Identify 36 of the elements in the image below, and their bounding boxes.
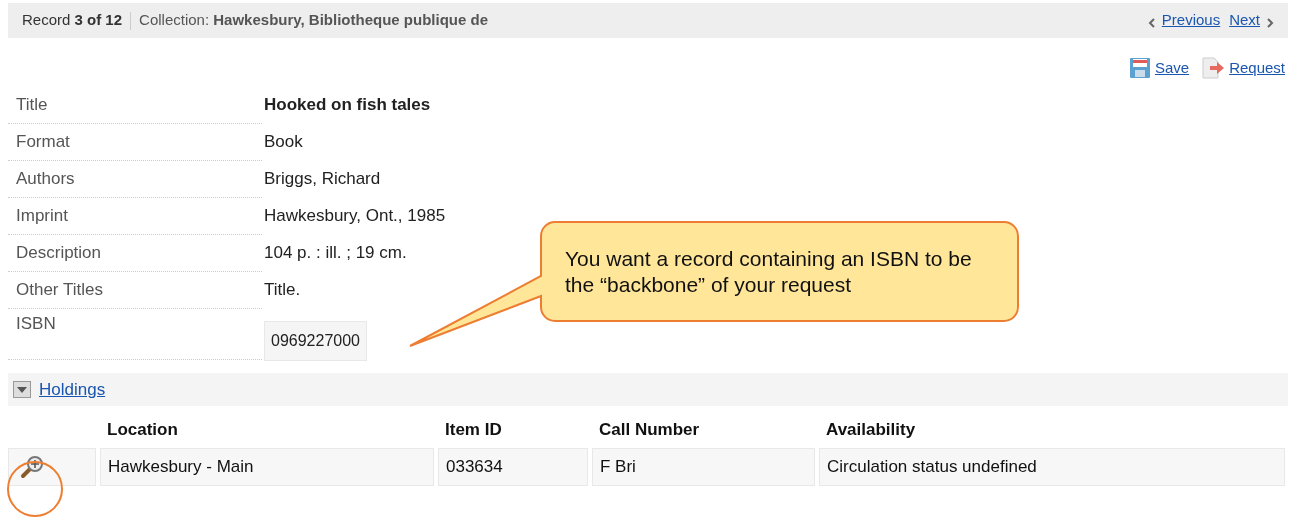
highlight-circle bbox=[7, 461, 63, 517]
field-label: Format bbox=[16, 132, 70, 151]
table-cell: Circulation status undefined bbox=[819, 448, 1285, 486]
chevron-right-icon[interactable] bbox=[1267, 17, 1274, 28]
field-value: Briggs, Richard bbox=[264, 169, 381, 188]
field-value: 104 p. : ill. ; 19 cm. bbox=[264, 243, 407, 262]
field-value: Book bbox=[264, 132, 303, 151]
field-label: Description bbox=[16, 243, 102, 262]
chevron-left-icon[interactable] bbox=[1147, 17, 1155, 28]
field-label: Title bbox=[16, 95, 48, 114]
request-link[interactable]: Request bbox=[1229, 56, 1285, 80]
table-cell: F Bri bbox=[592, 448, 815, 486]
next-link[interactable]: Next bbox=[1229, 9, 1260, 32]
toggle-icon[interactable] bbox=[13, 381, 31, 398]
column-header: Availability bbox=[826, 420, 916, 440]
holdings-link[interactable]: Holdings bbox=[39, 376, 106, 403]
field-label: Imprint bbox=[16, 206, 68, 225]
field-label: ISBN bbox=[16, 314, 56, 333]
collection-label: Collection: Hawkesbury, Bibliotheque publique de bbox=[139, 10, 489, 31]
field-value: Title. bbox=[264, 280, 301, 299]
column-header: Item ID bbox=[445, 420, 502, 440]
field-label: Other Titles bbox=[16, 280, 103, 299]
isbn-value: 0969227000 bbox=[264, 321, 367, 361]
previous-link[interactable]: Previous bbox=[1161, 9, 1221, 32]
callout-text: You want a record containing an ISBN to be the “backbone” of your request bbox=[565, 246, 973, 298]
document-arrow-icon[interactable] bbox=[1201, 57, 1226, 79]
table-cell: Hawkesbury - Main bbox=[100, 448, 434, 486]
field-value: Hawkesbury, Ont., 1985 bbox=[264, 206, 446, 225]
magnifier-icon[interactable] bbox=[20, 455, 44, 479]
table-cell: 033634 bbox=[438, 448, 588, 486]
field-label: Authors bbox=[16, 169, 75, 188]
column-header: Location bbox=[107, 420, 178, 440]
record-position: Record 3 of 12 bbox=[22, 10, 123, 31]
save-link[interactable]: Save bbox=[1154, 56, 1190, 80]
field-value: Hooked on fish tales bbox=[264, 95, 431, 114]
column-header: Call Number bbox=[599, 420, 700, 440]
